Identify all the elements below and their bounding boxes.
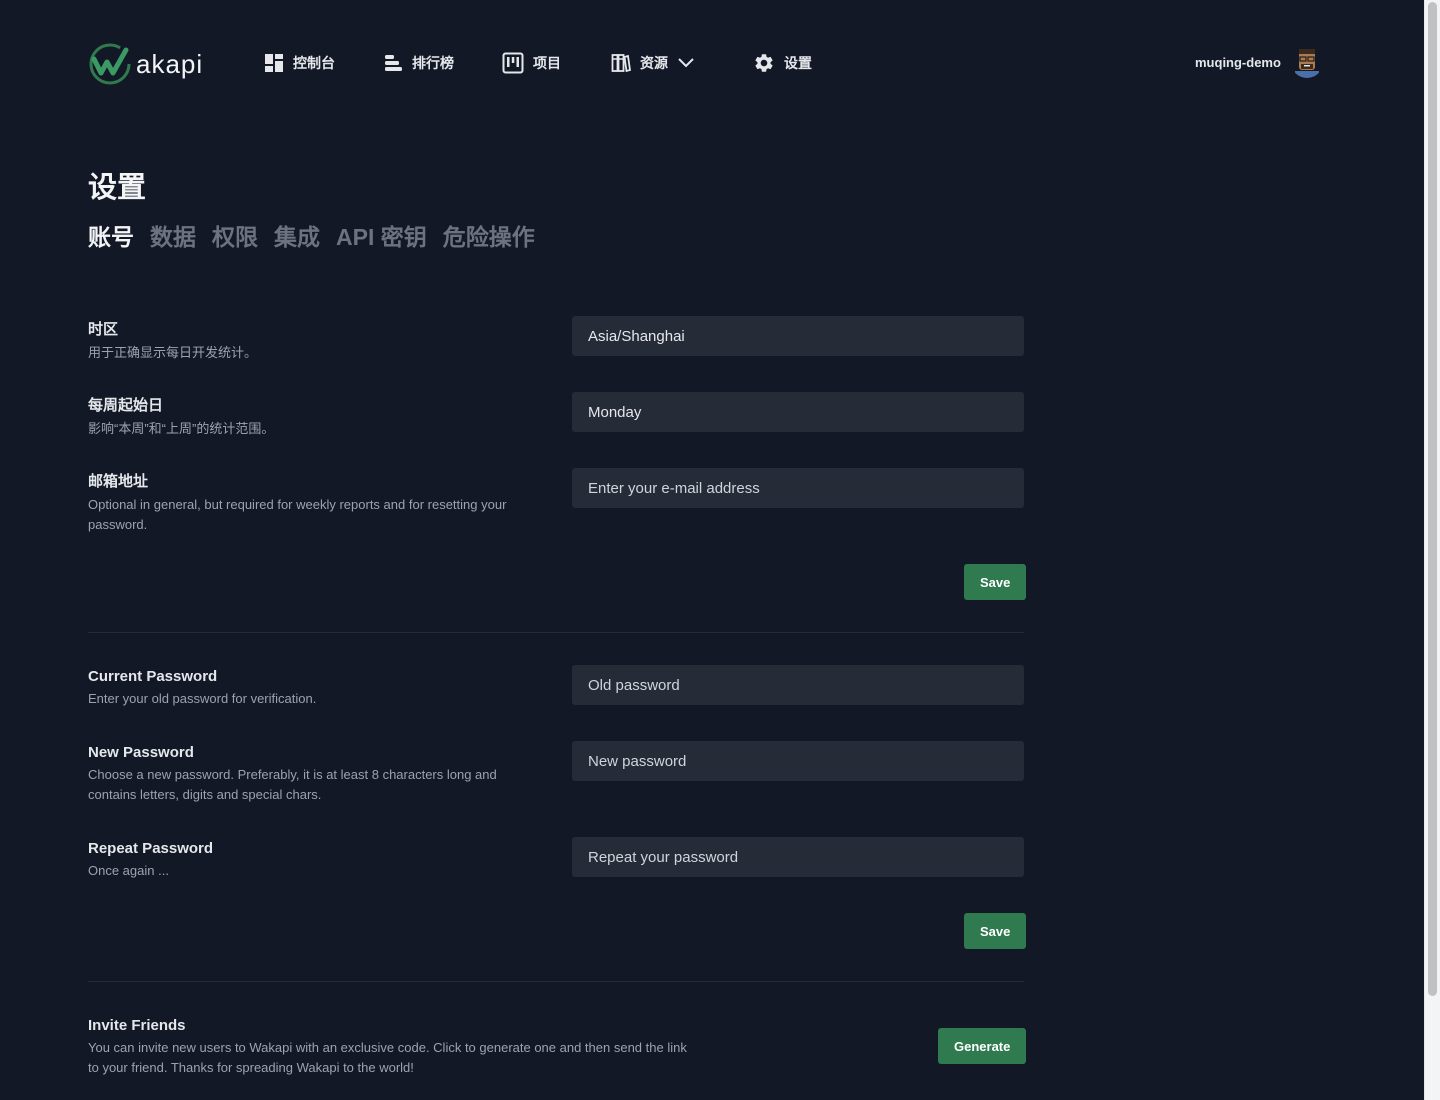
email-input[interactable] bbox=[572, 468, 1024, 508]
nav-projects[interactable]: 项目 bbox=[502, 52, 561, 74]
wakapi-logo-icon bbox=[89, 43, 131, 85]
repeat-password-row: Repeat Password Once again ... bbox=[88, 837, 1024, 881]
nav-leaderboard[interactable]: 排行榜 bbox=[383, 53, 454, 73]
logo-text: akapi bbox=[136, 48, 204, 79]
avatar-icon bbox=[1290, 46, 1323, 78]
repeat-password-input[interactable] bbox=[572, 837, 1024, 877]
page-title: 设置 bbox=[88, 172, 147, 204]
user-menu[interactable]: muqing-demo bbox=[1195, 46, 1323, 78]
logo[interactable]: akapi bbox=[88, 42, 203, 86]
section-divider bbox=[88, 981, 1024, 982]
tab-integrations[interactable]: 集成 bbox=[274, 218, 320, 252]
tab-permissions[interactable]: 权限 bbox=[212, 218, 258, 252]
week-start-desc: 影响“本周”和“上周”的统计范围。 bbox=[88, 421, 275, 436]
top-header: akapi 控制台 排行榜 项目 资源 设置 muqing-demo bbox=[0, 0, 1425, 128]
nav-resources-label: 资源 bbox=[640, 55, 668, 71]
projects-icon bbox=[502, 52, 524, 74]
avatar[interactable] bbox=[1290, 46, 1323, 78]
nav-projects-label: 项目 bbox=[533, 55, 561, 71]
email-desc: Optional in general, but required for we… bbox=[88, 497, 507, 532]
tab-data[interactable]: 数据 bbox=[150, 218, 196, 252]
tab-api-keys[interactable]: API 密钥 bbox=[336, 218, 427, 252]
new-password-row: New Password Choose a new password. Pref… bbox=[88, 741, 1024, 805]
main-nav: 控制台 排行榜 项目 资源 设置 bbox=[264, 52, 812, 74]
section-divider bbox=[88, 632, 1024, 633]
timezone-desc: 用于正确显示每日开发统计。 bbox=[88, 345, 258, 360]
tab-danger-zone[interactable]: 危险操作 bbox=[443, 218, 535, 252]
nav-dashboard[interactable]: 控制台 bbox=[264, 53, 335, 73]
timezone-row: 时区 用于正确显示每日开发统计。 bbox=[88, 316, 1024, 363]
settings-tabs: 账号 数据 权限 集成 API 密钥 危险操作 bbox=[88, 218, 551, 252]
current-password-row: Current Password Enter your old password… bbox=[88, 665, 1024, 709]
scrollbar-thumb[interactable] bbox=[1428, 2, 1437, 996]
nav-resources[interactable]: 资源 bbox=[611, 53, 703, 73]
dashboard-icon bbox=[265, 54, 283, 72]
nav-settings-label: 设置 bbox=[784, 55, 812, 71]
week-start-row: 每周起始日 影响“本周”和“上周”的统计范围。 bbox=[88, 392, 1024, 439]
new-password-desc: Choose a new password. Preferably, it is… bbox=[88, 767, 497, 802]
books-icon bbox=[611, 54, 631, 73]
timezone-select[interactable] bbox=[572, 316, 1024, 356]
chevron-down-icon bbox=[678, 58, 694, 68]
gear-icon bbox=[755, 54, 773, 72]
email-row: 邮箱地址 Optional in general, but required f… bbox=[88, 468, 1024, 535]
current-password-desc: Enter your old password for verification… bbox=[88, 691, 317, 706]
scrollbar-track[interactable] bbox=[1424, 0, 1440, 1100]
leaderboard-icon bbox=[385, 55, 402, 71]
invite-row: Invite Friends You can invite new users … bbox=[88, 1017, 1024, 1078]
generate-invite-button[interactable]: Generate bbox=[938, 1028, 1027, 1064]
save-password-button[interactable]: Save bbox=[964, 913, 1027, 949]
repeat-password-desc: Once again ... bbox=[88, 863, 169, 878]
nav-leaderboard-label: 排行榜 bbox=[412, 55, 454, 71]
username: muqing-demo bbox=[1195, 54, 1281, 70]
save-account-button[interactable]: Save bbox=[964, 564, 1027, 600]
invite-desc: You can invite new users to Wakapi with … bbox=[88, 1040, 687, 1075]
nav-settings[interactable]: 设置 bbox=[753, 52, 812, 74]
invite-label: Invite Friends bbox=[88, 1017, 186, 1034]
current-password-input[interactable] bbox=[572, 665, 1024, 705]
tab-account[interactable]: 账号 bbox=[88, 218, 134, 252]
new-password-input[interactable] bbox=[572, 741, 1024, 781]
nav-dashboard-label: 控制台 bbox=[293, 55, 335, 71]
week-start-select[interactable] bbox=[572, 392, 1024, 432]
